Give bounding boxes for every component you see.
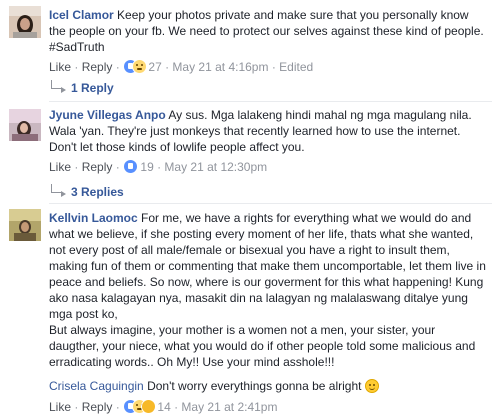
reaction-count[interactable]: 19 (140, 160, 153, 174)
view-replies-link[interactable]: 3 Replies (71, 184, 124, 200)
reply-link[interactable]: Reply (82, 160, 113, 174)
comment-author[interactable]: Kellvin Laomoc (49, 211, 138, 225)
edited-label[interactable]: Edited (279, 60, 313, 74)
comment-content: Icel Clamor Keep your photos private and… (49, 7, 486, 55)
comment-text: For me, we have a rights for everything … (49, 211, 486, 321)
comment-actions: Like · Reply · 14 · May 21 at 2:41pm (49, 398, 278, 414)
comment-2: Jyune Villegas Anpo Ay sus. Mga lalakeng… (0, 103, 492, 201)
reactions-summary[interactable] (123, 58, 148, 74)
comment-author[interactable]: Jyune Villegas Anpo (49, 108, 166, 122)
comment-1: Icel Clamor Keep your photos private and… (0, 0, 492, 96)
wow-reaction-icon (141, 399, 157, 414)
reply-text: Don't worry everythings gonna be alright (147, 379, 362, 393)
comment-content: Jyune Villegas Anpo Ay sus. Mga lalakeng… (49, 107, 486, 155)
avatar-kellvin-laomoc[interactable] (9, 209, 41, 241)
comment-text-continued: But always imagine, your mother is a wom… (49, 323, 476, 369)
comment-3: Kellvin Laomoc For me, we have a rights … (0, 204, 492, 419)
like-reaction-icon (123, 159, 139, 174)
like-link[interactable]: Like (49, 160, 71, 174)
comment-actions: Like · Reply · 27 · May 21 at 4:16pm · E… (49, 58, 314, 74)
smile-emoji-icon (364, 379, 379, 393)
avatar-jyune-villegas-anpo[interactable] (9, 109, 41, 141)
timestamp[interactable]: May 21 at 4:16pm (172, 60, 268, 74)
reply-author[interactable]: Crisela Caguingin (49, 379, 144, 393)
reply-link[interactable]: Reply (82, 400, 113, 414)
like-link[interactable]: Like (49, 60, 71, 74)
reply-link[interactable]: Reply (82, 60, 113, 74)
comment-actions: Like · Reply · 19 · May 21 at 12:30pm (49, 158, 268, 174)
reply-arrow-icon (51, 184, 66, 197)
timestamp[interactable]: May 21 at 2:41pm (181, 400, 277, 414)
inline-reply: Crisela Caguingin Don't worry everything… (49, 378, 486, 394)
reactions-summary[interactable] (123, 158, 139, 174)
view-replies-link[interactable]: 1 Reply (71, 80, 114, 96)
reaction-count[interactable]: 14 (157, 400, 170, 414)
divider (49, 101, 492, 102)
reply-arrow-icon (51, 80, 66, 93)
reactions-summary[interactable] (123, 398, 157, 414)
avatar-icel-clamor[interactable] (9, 6, 41, 38)
comment-author[interactable]: Icel Clamor (49, 8, 114, 22)
like-link[interactable]: Like (49, 400, 71, 414)
haha-reaction-icon (132, 59, 148, 74)
reaction-count[interactable]: 27 (148, 60, 161, 74)
comment-content: Kellvin Laomoc For me, we have a rights … (49, 210, 486, 322)
timestamp[interactable]: May 21 at 12:30pm (164, 160, 267, 174)
comment-text: Keep your photos private and make sure t… (49, 8, 484, 54)
